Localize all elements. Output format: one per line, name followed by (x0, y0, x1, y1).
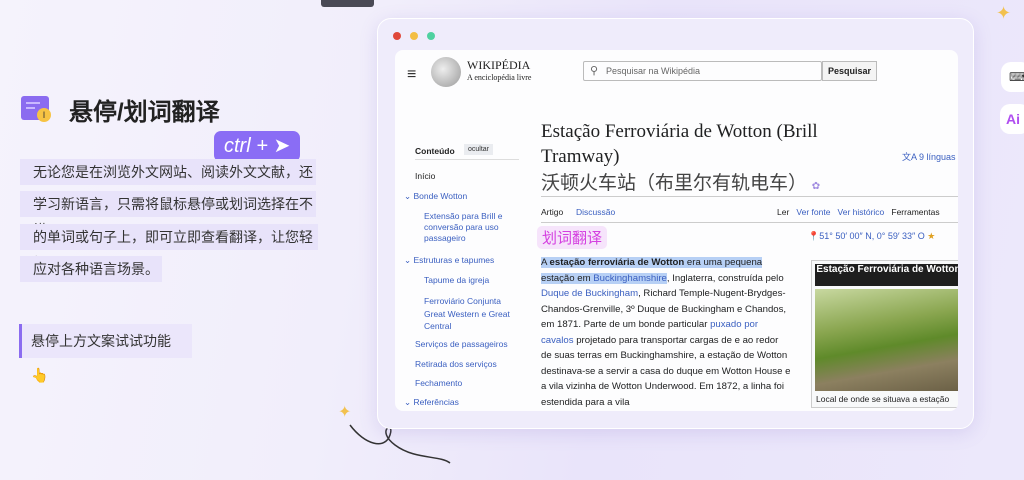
toc-item[interactable]: Tapume da igreja (424, 275, 489, 286)
map-pin-icon: 📍 (808, 231, 820, 241)
search-button[interactable]: Pesquisar (822, 61, 877, 81)
toc-item[interactable]: ⌄ Referências (404, 397, 459, 408)
star-icon: ★ (927, 231, 936, 241)
toc-heading: Conteúdo (415, 146, 455, 156)
coordinates-link[interactable]: 📍51° 50′ 00″ N, 0° 59′ 33″ O ★ (808, 231, 935, 242)
maximize-window-button[interactable] (427, 32, 435, 40)
infobox: Estação Ferroviária de Wotton Local de o… (811, 260, 958, 408)
ai-icon[interactable]: Ai (1000, 104, 1024, 134)
minimize-window-button[interactable] (410, 32, 418, 40)
action-ver-fonte[interactable]: Ver fonte (796, 207, 830, 217)
description-line: 应对各种语言场景。 (20, 256, 162, 282)
toc-item[interactable]: Fechamento (415, 378, 462, 389)
toc-item[interactable]: Extensão para Brill e conversão para uso… (424, 211, 519, 244)
tab-discussao[interactable]: Discussão (576, 207, 615, 217)
languages-button[interactable]: 文A 9 línguas (902, 150, 956, 163)
try-hint[interactable]: 悬停上方文案试试功能 👆 (19, 324, 192, 383)
description-line: 学习新语言，只需将鼠标悬停或划词选择在不懂 (20, 191, 316, 238)
station-photo[interactable] (815, 289, 958, 391)
selection-translate-badge[interactable]: 划词翻译 (537, 226, 608, 249)
infobox-caption: Local de onde se situava a estação (816, 394, 950, 404)
description-line: 的单词或句子上，即可立即查看翻译，让您轻松 (20, 224, 318, 271)
toc-item[interactable]: Ferroviário Conjunta Great Western e Gre… (424, 295, 522, 333)
link-duque[interactable]: Duque de Buckingham (541, 288, 638, 299)
chat-translate-icon[interactable]: ⌨ (1001, 62, 1024, 92)
toc-item[interactable]: Retirada dos serviços (415, 359, 497, 370)
article-title: Estação Ferroviária de Wotton (Brill Tra… (541, 121, 818, 167)
wikipedia-page: ≡ WIKIPÉDIA A enciclopédia livre ⚲ Pesquis… (395, 50, 958, 411)
link-buckinghamshire[interactable]: Buckinghamshire (593, 273, 667, 284)
search-icon: ⚲ (590, 65, 599, 77)
action-ferramentas[interactable]: Ferramentas (891, 207, 939, 217)
close-window-button[interactable] (393, 32, 401, 40)
browser-window: ≡ WIKIPÉDIA A enciclopédia livre ⚲ Pesquis… (377, 18, 974, 429)
pointing-hand-icon: 👆 (31, 367, 49, 383)
feature-title: 悬停/划词翻译 (69, 99, 220, 126)
title-translation: 沃顿火车站（布里尔有轨电车） ✿ (541, 173, 821, 194)
sparkle-icon: ✦ (996, 3, 1012, 23)
article-paragraph: A estação ferroviária de Wotton era uma … (541, 257, 791, 408)
ctrl-click-badge: ctrl + ➤ (214, 131, 300, 162)
toc-hide-button[interactable]: ocultar (464, 144, 494, 155)
infobox-title: Estação Ferroviária de Wotton (815, 264, 958, 286)
favorite-icon: ✿ (811, 181, 821, 192)
search-input[interactable]: ⚲ Pesquisar na Wikipédia (583, 61, 822, 81)
cursor-icon: ➤ (273, 135, 291, 157)
toc-item[interactable]: Serviços de passageiros (415, 339, 508, 350)
toc-item[interactable]: Início (415, 171, 435, 182)
top-tab-handle (321, 0, 374, 7)
action-ver-historico[interactable]: Ver histórico (838, 207, 885, 217)
hamburger-menu-icon[interactable]: ≡ (407, 66, 416, 84)
hover-translate-icon: I (21, 96, 51, 122)
wordmark: WIKIPÉDIA (467, 58, 531, 72)
action-ler[interactable]: Ler (777, 207, 789, 217)
toc-item[interactable]: ⌄ Bonde Wotton (404, 191, 467, 202)
tagline: A enciclopédia livre (467, 73, 532, 82)
tab-artigo[interactable]: Artigo (541, 207, 563, 217)
toc-item[interactable]: ⌄ Estruturas e tapumes (404, 255, 494, 266)
description-line: 无论您是在浏览外文网站、阅读外文文献，还是 (20, 159, 316, 206)
wikipedia-logo[interactable] (431, 57, 461, 87)
